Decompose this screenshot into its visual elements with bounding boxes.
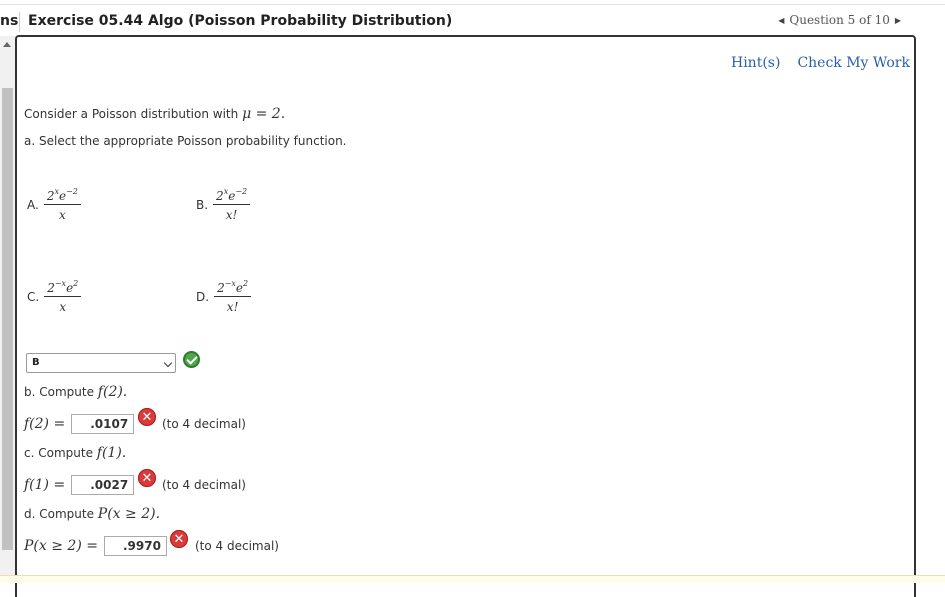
prev-question-icon[interactable]: ◀ (778, 16, 784, 25)
part-c-answer-row: f(1) = .0027 (24, 475, 135, 495)
formula-numerator: 2xe−2 (43, 187, 81, 205)
option-b-formula: 2xe−2 x! (213, 187, 251, 222)
option-label: D. (196, 289, 210, 304)
option-label: C. (27, 289, 40, 304)
formula-denominator: x! (225, 208, 238, 222)
part-c-suffix: (to 4 decimal) (162, 478, 246, 492)
formula-numerator: 2−xe2 (214, 279, 252, 297)
x-circle-icon: ✕ (138, 469, 156, 487)
hints-link[interactable]: Hint(s) (731, 55, 780, 71)
part-c-prompt: c. Compute f(1). (24, 445, 127, 461)
formula-numerator: 2−xe2 (44, 279, 82, 297)
toolbar: Hint(s) Check My Work (731, 55, 910, 71)
x-circle-icon: ✕ (138, 408, 156, 426)
answer-select-value: B (32, 357, 40, 368)
option-c-formula: 2−xe2 x (44, 279, 82, 314)
question-counter: Question 5 of 10 (789, 13, 890, 27)
scroll-up-icon[interactable] (3, 42, 11, 47)
header-divider (19, 12, 20, 32)
option-d-formula: 2−xe2 x! (214, 279, 252, 314)
scrollbar[interactable] (0, 36, 15, 582)
formula-numerator: 2xe−2 (213, 187, 251, 205)
part-b-answer-row: f(2) = .0107 (24, 414, 135, 434)
answer-select[interactable]: B (26, 353, 176, 373)
formula-denominator: x! (226, 300, 239, 314)
option-a-formula: 2xe−2 x (43, 187, 81, 222)
part-b-answer-input[interactable]: .0107 (71, 414, 135, 434)
part-d-answer-row: P(x ≥ 2) = .9970 (24, 536, 167, 556)
intro: Consider a Poisson distribution with μ =… (24, 106, 285, 122)
question-navigator: ◀ Question 5 of 10 ▶ (778, 13, 901, 27)
page-title: Exercise 05.44 Algo (Poisson Probability… (28, 13, 453, 29)
option-label: B. (196, 197, 209, 212)
scrollbar-thumb[interactable] (2, 88, 13, 550)
check-my-work-link[interactable]: Check My Work (797, 55, 910, 71)
part-d-suffix: (to 4 decimal) (195, 539, 279, 553)
part-b-prompt: b. Compute f(2). (24, 384, 128, 400)
part-b-suffix: (to 4 decimal) (162, 417, 246, 431)
check-circle-icon (183, 351, 200, 368)
formula-denominator: x (58, 208, 66, 222)
part-b-lhs: f(2) = (24, 416, 66, 432)
header-prefix: ns (0, 13, 19, 29)
option-label: A. (27, 197, 39, 212)
next-question-icon[interactable]: ▶ (895, 16, 901, 25)
formula-denominator: x (59, 300, 67, 314)
part-c-lhs: f(1) = (24, 477, 66, 493)
part-d-answer-input[interactable]: .9970 (103, 536, 167, 556)
part-a-prompt: a. Select the appropriate Poisson probab… (24, 134, 347, 148)
option-c: C. 2−xe2 x (27, 279, 82, 314)
option-d: D. 2−xe2 x! (196, 279, 252, 314)
chevron-down-icon (163, 358, 173, 368)
part-d-prompt: d. Compute P(x ≥ 2). (24, 506, 161, 522)
top-strip (0, 0, 945, 5)
intro-text: Consider a Poisson distribution with (24, 107, 239, 121)
option-b: B. 2xe−2 x! (196, 187, 251, 222)
option-a: A. 2xe−2 x (27, 187, 81, 222)
part-c-answer-input[interactable]: .0027 (71, 475, 135, 495)
intro-math: μ = 2. (242, 106, 286, 122)
x-circle-icon: ✕ (170, 530, 188, 548)
part-d-lhs: P(x ≥ 2) = (24, 538, 98, 554)
